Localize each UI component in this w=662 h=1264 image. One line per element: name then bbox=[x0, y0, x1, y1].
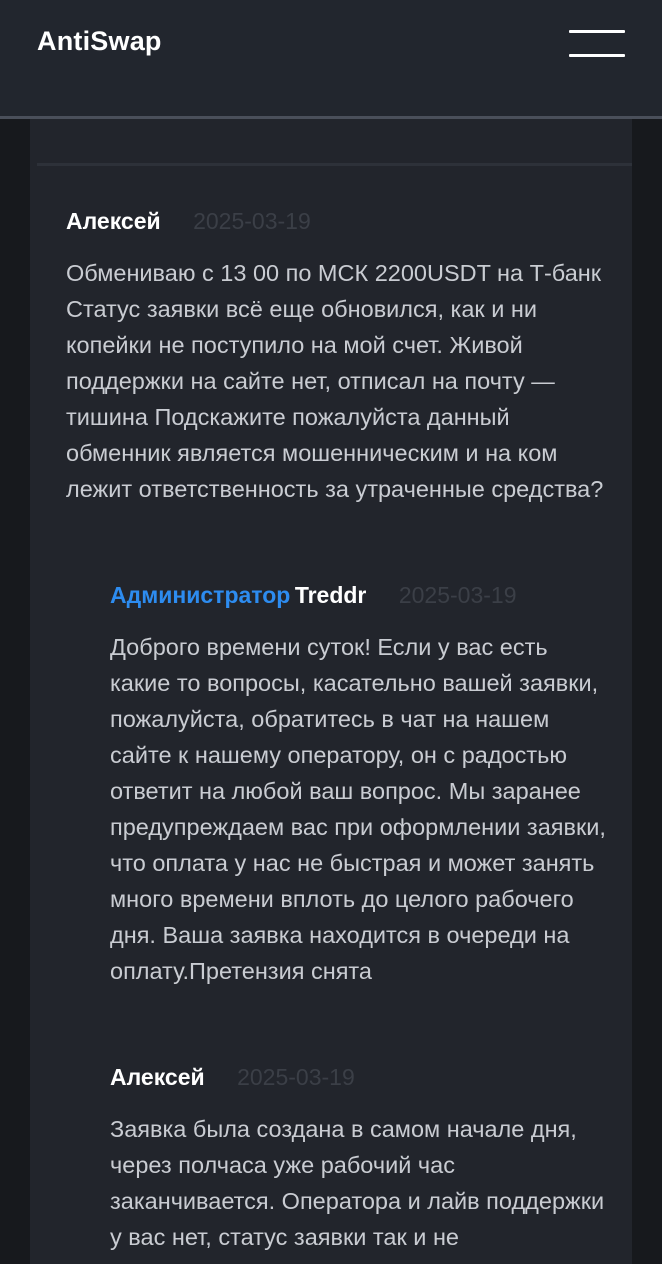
comment-text: Заявка была создана в самом начале дня, … bbox=[110, 1116, 605, 1250]
comment-author: Алексей bbox=[110, 1064, 205, 1090]
admin-role-label: Администратор bbox=[110, 582, 291, 608]
menu-line bbox=[569, 30, 625, 33]
reviews-card: Алексей 2025-03-19 Обмениваю с 13 00 по … bbox=[30, 119, 632, 1264]
comment: Алексей 2025-03-19 Обмениваю с 13 00 по … bbox=[66, 205, 606, 507]
comment-meta: Администратор Treddr 2025-03-19 bbox=[110, 579, 610, 611]
comment-text: Доброго времени суток! Если у вас есть к… bbox=[110, 634, 606, 984]
comment-meta: Алексей 2025-03-19 bbox=[110, 1061, 610, 1093]
comment-date: 2025-03-19 bbox=[193, 208, 311, 234]
site-logo[interactable]: AntiSwap bbox=[37, 26, 162, 57]
admin-reply: Администратор Treddr 2025-03-19 Доброго … bbox=[110, 579, 610, 989]
page: AntiSwap Алексей 2025-03-19 Обмениваю с … bbox=[0, 0, 662, 1264]
menu-line bbox=[569, 54, 625, 57]
site-header: AntiSwap bbox=[0, 0, 662, 119]
card-top-strip bbox=[30, 119, 632, 163]
comment-reply: Алексей 2025-03-19 Заявка была создана в… bbox=[110, 1061, 610, 1255]
comment-date: 2025-03-19 bbox=[237, 1064, 355, 1090]
comment-author: Treddr bbox=[294, 582, 367, 608]
comment-date: 2025-03-19 bbox=[398, 582, 517, 608]
hamburger-menu-icon[interactable] bbox=[562, 24, 632, 64]
comment-text: Обмениваю с 13 00 по МСК 2200USDT на Т-б… bbox=[66, 260, 604, 502]
comment-meta: Алексей 2025-03-19 bbox=[66, 205, 606, 237]
divider bbox=[37, 163, 632, 166]
comment-author: Алексей bbox=[66, 208, 161, 234]
